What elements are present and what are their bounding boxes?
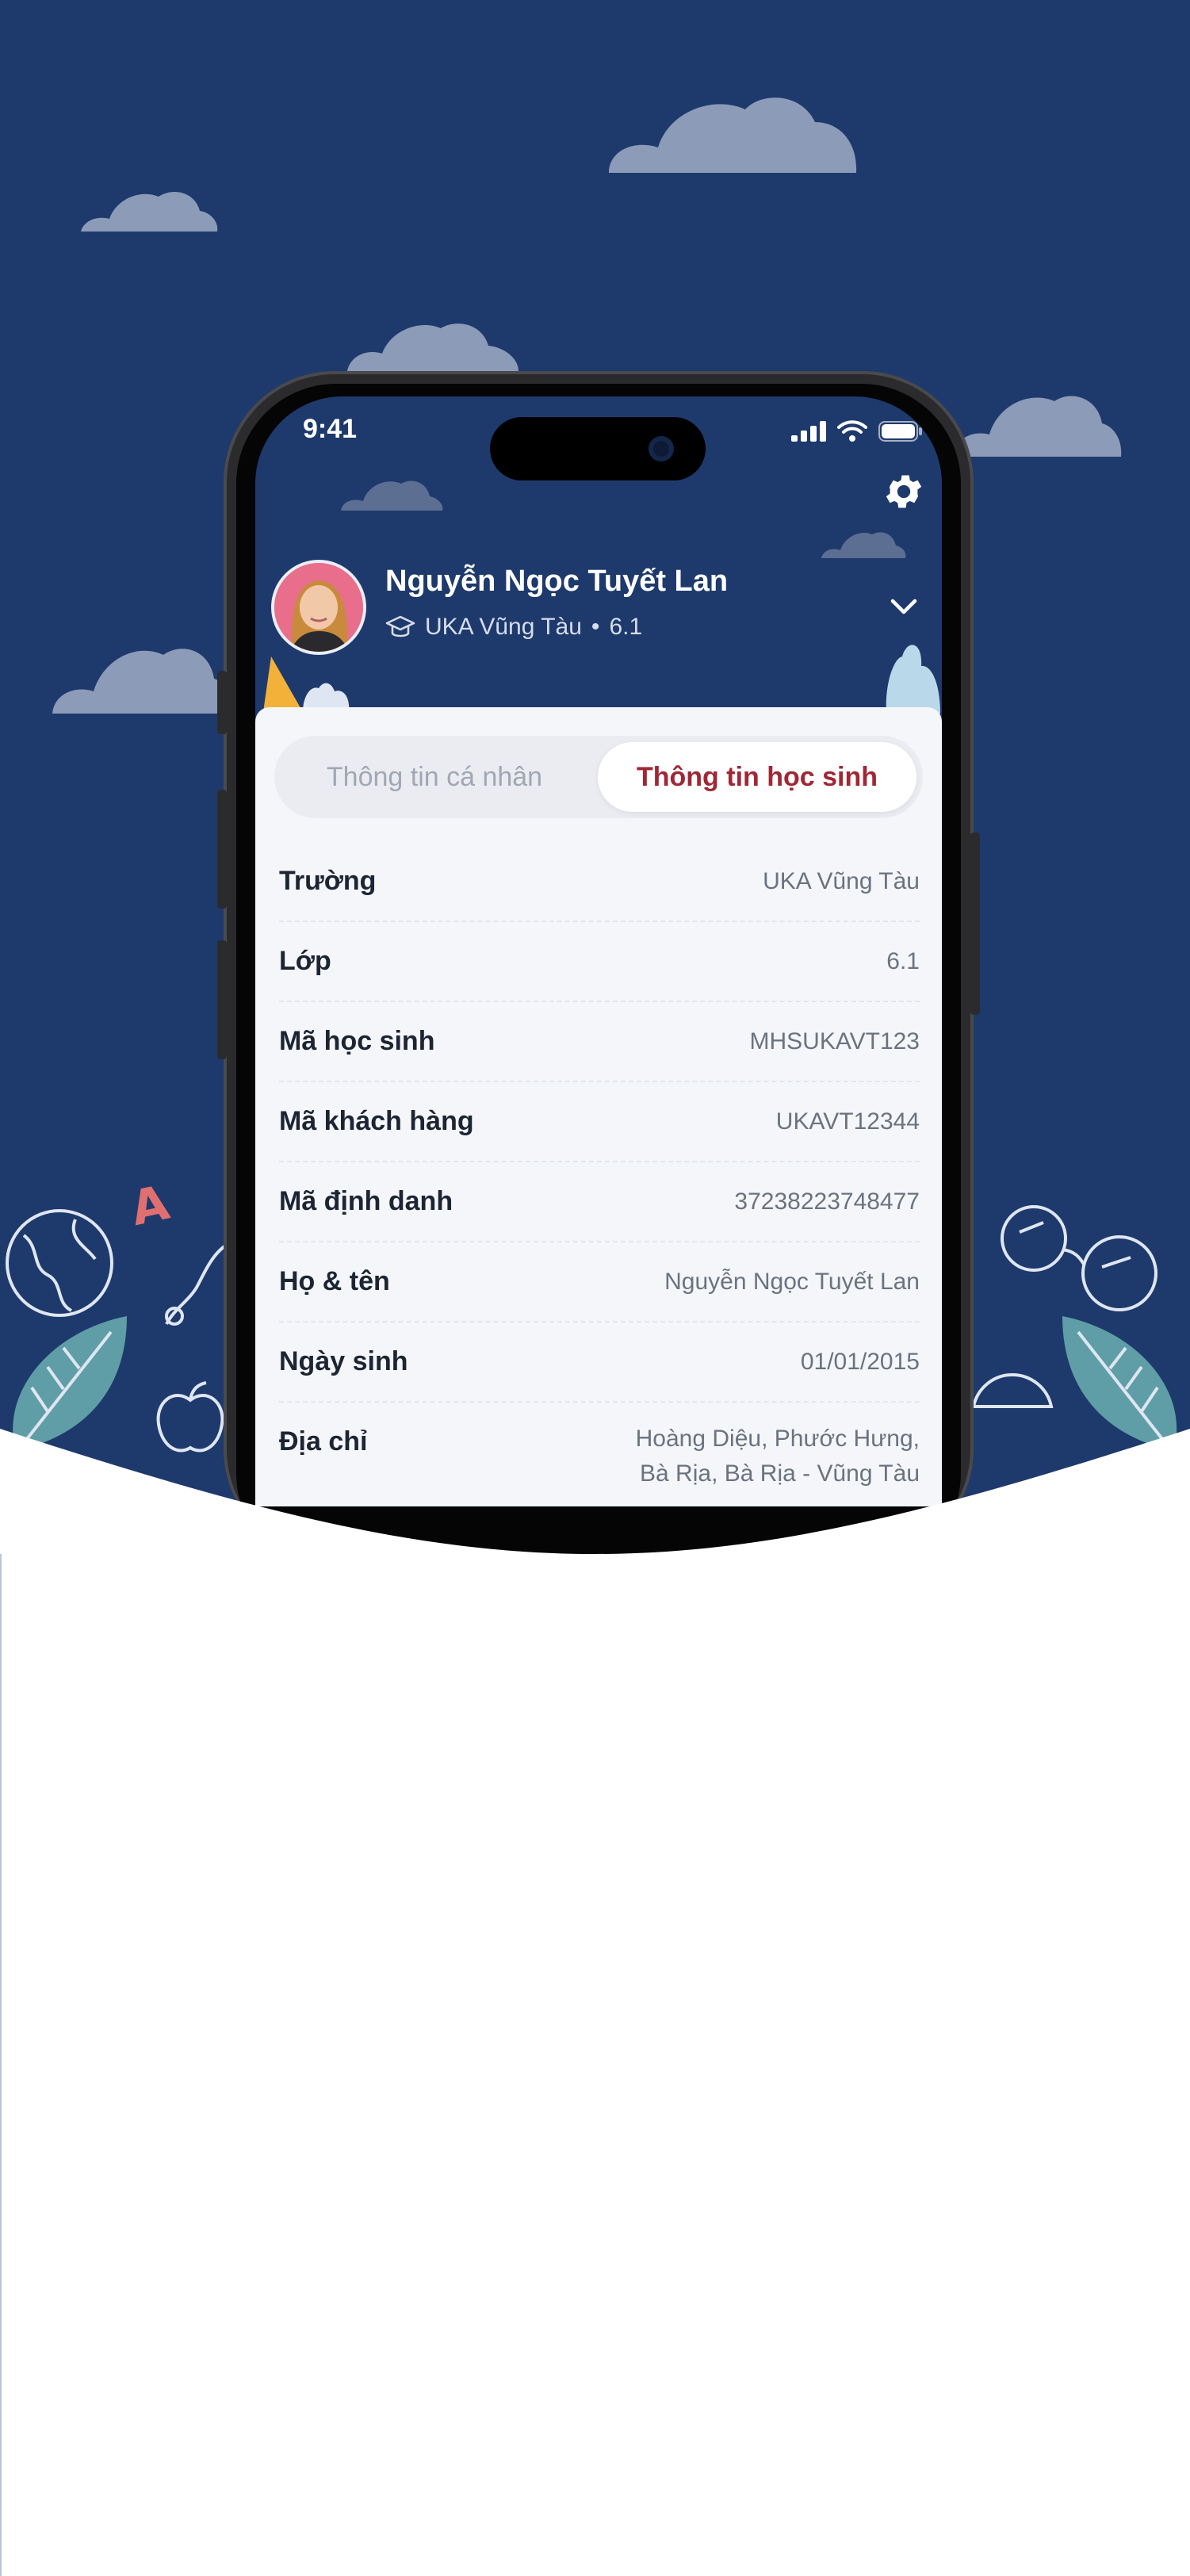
cloud-illustration (341, 480, 443, 511)
wifi-icon (837, 420, 867, 442)
info-value: 37238223748477 (734, 1188, 920, 1215)
chevron-down-icon[interactable] (886, 588, 921, 623)
info-row-birthday: Ngày sinh 01/01/2015 (279, 1322, 920, 1403)
dynamic-island (490, 417, 706, 480)
info-row-class: Lớp 6.1 (279, 922, 920, 1002)
tab-personal-info[interactable]: Thông tin cá nhân (281, 742, 588, 812)
info-label: Họ & tên (279, 1266, 390, 1296)
info-label: Mã định danh (279, 1186, 453, 1216)
info-value: Nguyễn Ngọc Tuyết Lan (664, 1268, 920, 1295)
info-value: 01/01/2015 (800, 1348, 920, 1375)
info-row-school: Trường UKA Vũng Tàu (279, 842, 920, 922)
cloud-illustration (347, 323, 518, 371)
student-info-sheet: Thông tin cá nhân Thông tin học sinh Trư… (255, 707, 942, 1506)
info-value: 6.1 (886, 947, 920, 974)
info-row-student-id: Mã học sinh MHSUKAVT123 (279, 1002, 920, 1082)
graduation-cap-icon (385, 615, 415, 637)
info-list: Trường UKA Vũng Tàu Lớp 6.1 Mã học sinh … (279, 842, 920, 1506)
cloud-illustration (821, 532, 906, 558)
cloud-illustration (81, 192, 218, 232)
bottom-blank-area (0, 1554, 1190, 2576)
info-row-full-name: Họ & tên Nguyễn Ngọc Tuyết Lan (279, 1242, 920, 1322)
status-time: 9:41 (303, 414, 358, 444)
camera-lens (649, 436, 674, 461)
info-value: UKAVT12344 (775, 1108, 920, 1135)
info-label: Ngày sinh (279, 1346, 408, 1376)
profile-class: 6.1 (609, 614, 643, 640)
settings-gear-icon[interactable] (882, 469, 926, 514)
plant-illustration (886, 645, 940, 714)
left-edge-line (0, 1554, 2, 2576)
phone-side-button (217, 671, 227, 734)
profile-separator: • (591, 614, 600, 640)
battery-icon (878, 421, 922, 442)
cloud-illustration (52, 649, 232, 714)
info-value: MHSUKAVT123 (749, 1028, 920, 1055)
cloud-illustration (609, 98, 857, 173)
profile-name: Nguyễn Ngọc Tuyết Lan (385, 565, 729, 598)
protractor-doodle (971, 1372, 1054, 1408)
cellular-signal-icon (791, 421, 826, 442)
profile-subtitle: UKA Vũng Tàu • 6.1 (385, 614, 642, 641)
tab-switcher: Thông tin cá nhân Thông tin học sinh (274, 736, 923, 818)
avatar[interactable] (271, 560, 366, 655)
info-row-customer-id: Mã khách hàng UKAVT12344 (279, 1082, 920, 1162)
phone-side-button (970, 833, 980, 1015)
plant-illustration (263, 656, 350, 712)
info-label: Mã khách hàng (279, 1106, 474, 1136)
info-label: Mã học sinh (279, 1026, 435, 1056)
info-row-identifier: Mã định danh 37238223748477 (279, 1162, 920, 1242)
profile-school: UKA Vũng Tàu (425, 614, 582, 640)
info-label: Trường (279, 866, 377, 896)
phone-side-button (217, 940, 227, 1059)
info-value: UKA Vũng Tàu (763, 867, 920, 894)
app-screen: 9:41 Nguyễn Ngọc Tuyết Lan UKA Vũng Tàu … (255, 396, 942, 1506)
status-icons (791, 420, 923, 442)
phone-side-button (217, 790, 227, 909)
cloud-illustration (953, 396, 1122, 457)
tab-student-info[interactable]: Thông tin học sinh (598, 742, 916, 812)
profile-photo (274, 563, 363, 652)
rocket-doodle (165, 1243, 228, 1326)
letter-a-doodle: A (126, 1174, 174, 1238)
info-label: Lớp (279, 946, 331, 976)
